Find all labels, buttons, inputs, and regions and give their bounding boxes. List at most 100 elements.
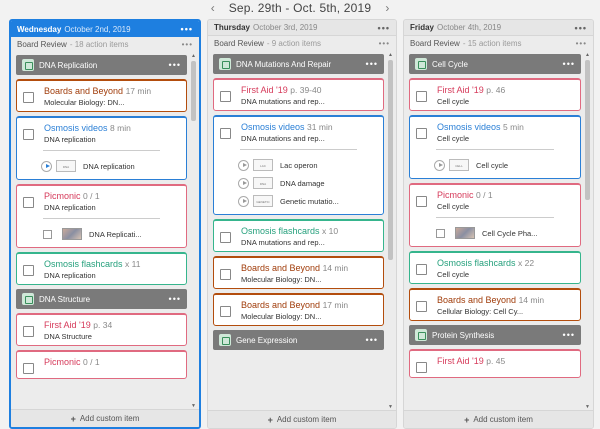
action-card[interactable]: Osmosis videos 31 min DNA mutations and … (213, 115, 384, 215)
play-icon[interactable] (238, 177, 249, 189)
card-meta: x 10 (322, 226, 339, 236)
next-week-button[interactable]: › (385, 1, 389, 15)
section-header[interactable]: Gene Expression ••• (213, 330, 384, 350)
action-card[interactable]: First Aid '19 p. 45 (409, 349, 581, 378)
card-title: Picmonic (44, 191, 81, 201)
complete-checkbox[interactable] (416, 264, 427, 275)
complete-checkbox[interactable] (220, 306, 231, 317)
board-menu-button[interactable]: ••• (379, 39, 390, 48)
picmonic-item[interactable]: DNA Replicati... (23, 225, 180, 243)
card-meta: p. 39-40 (290, 85, 322, 95)
complete-checkbox[interactable] (416, 91, 427, 102)
section-title: DNA Structure (39, 294, 91, 304)
action-card[interactable]: Osmosis videos 8 min DNA replication DNA… (16, 116, 187, 180)
card-title: Boards and Beyond (241, 300, 321, 310)
play-icon[interactable] (41, 160, 52, 172)
complete-checkbox[interactable] (23, 265, 34, 276)
video-label: DNA damage (280, 178, 325, 188)
section-menu-button[interactable]: ••• (366, 335, 378, 345)
day-menu-button[interactable]: ••• (575, 23, 587, 33)
complete-checkbox[interactable] (220, 128, 231, 139)
add-custom-item-button[interactable]: + Add custom item (404, 410, 593, 428)
action-card[interactable]: Picmonic 0 / 1 Cell cycle Cell Cycle Pha… (409, 183, 581, 247)
play-icon[interactable] (434, 159, 445, 171)
section-menu-button[interactable]: ••• (366, 59, 378, 69)
complete-checkbox[interactable] (23, 197, 34, 208)
play-icon[interactable] (238, 195, 249, 207)
divider (43, 150, 160, 151)
video-item[interactable]: DNA DAMAGE DNA damage (220, 174, 377, 192)
card-title: Boards and Beyond (437, 295, 517, 305)
video-item[interactable]: DNA REPLICATION DNA replication (23, 157, 180, 175)
action-card[interactable]: Boards and Beyond 14 min Molecular Biolo… (213, 256, 384, 289)
section-menu-button[interactable]: ••• (563, 330, 575, 340)
day-menu-button[interactable]: ••• (378, 23, 390, 33)
action-card[interactable]: Picmonic 0 / 1 DNA replication DNA Repli… (16, 184, 187, 248)
action-card[interactable]: Osmosis flashcards x 10 DNA mutations an… (213, 219, 384, 252)
scroll-thumb[interactable] (191, 61, 196, 121)
complete-checkbox[interactable] (23, 129, 34, 140)
section-menu-button[interactable]: ••• (169, 60, 181, 70)
video-label: DNA replication (83, 161, 135, 171)
add-custom-item-button[interactable]: + Add custom item (208, 410, 396, 428)
scrollbar[interactable]: ▲ ▼ (387, 52, 394, 410)
scroll-thumb[interactable] (388, 60, 393, 260)
topic-icon (415, 329, 427, 341)
action-card[interactable]: Osmosis videos 5 min Cell cycle CELL CYC… (409, 115, 581, 179)
complete-checkbox[interactable] (220, 91, 231, 102)
add-custom-item-label: Add custom item (79, 414, 140, 423)
scroll-up-icon[interactable]: ▲ (585, 52, 590, 58)
scroll-thumb[interactable] (585, 60, 590, 200)
day-menu-button[interactable]: ••• (181, 24, 193, 34)
complete-checkbox[interactable] (23, 363, 34, 374)
card-meta: 14 min (518, 295, 545, 305)
section-header[interactable]: DNA Replication ••• (16, 55, 187, 75)
complete-checkbox[interactable] (220, 269, 231, 280)
action-card[interactable]: Boards and Beyond 14 min Cellular Biolog… (409, 288, 581, 321)
complete-checkbox[interactable] (220, 232, 231, 243)
section-title: Cell Cycle (432, 59, 469, 69)
board-menu-button[interactable]: ••• (182, 40, 193, 49)
scroll-up-icon[interactable]: ▲ (191, 53, 196, 59)
board-menu-button[interactable]: ••• (576, 39, 587, 48)
play-icon[interactable] (238, 159, 249, 171)
action-card[interactable]: First Aid '19 p. 39-40 DNA mutations and… (213, 78, 384, 111)
complete-checkbox[interactable] (416, 362, 427, 373)
section-header[interactable]: DNA Structure ••• (16, 289, 187, 309)
action-card[interactable]: First Aid '19 p. 46 Cell cycle (409, 78, 581, 111)
video-item[interactable]: LAC OPERON Lac operon (220, 156, 377, 174)
video-item[interactable]: CELL CYCLE Cell cycle (416, 156, 574, 174)
add-custom-item-button[interactable]: + Add custom item (11, 409, 199, 427)
day-name: Thursday (214, 23, 251, 32)
card-title: Osmosis videos (44, 123, 108, 133)
prev-week-button[interactable]: ‹ (211, 1, 215, 15)
scroll-up-icon[interactable]: ▲ (388, 52, 393, 58)
action-card[interactable]: First Aid '19 p. 34 DNA Structure (16, 313, 187, 346)
action-card[interactable]: Osmosis flashcards x 22 Cell cycle (409, 251, 581, 284)
item-checkbox[interactable] (436, 228, 445, 238)
complete-checkbox[interactable] (23, 92, 34, 103)
video-thumbnail: GENETIC MUT (253, 195, 273, 207)
picmonic-item[interactable]: Cell Cycle Pha... (416, 224, 574, 242)
plus-icon: + (267, 414, 273, 425)
complete-checkbox[interactable] (23, 326, 34, 337)
section-header[interactable]: Cell Cycle ••• (409, 54, 581, 74)
section-header[interactable]: DNA Mutations And Repair ••• (213, 54, 384, 74)
card-meta: 8 min (110, 123, 131, 133)
complete-checkbox[interactable] (416, 128, 427, 139)
card-meta: 0 / 1 (476, 190, 493, 200)
picmonic-thumbnail-icon (455, 227, 475, 239)
complete-checkbox[interactable] (416, 301, 427, 312)
section-header[interactable]: Protein Synthesis ••• (409, 325, 581, 345)
action-card[interactable]: Boards and Beyond 17 min Molecular Biolo… (213, 293, 384, 326)
item-checkbox[interactable] (43, 229, 52, 239)
action-card[interactable]: Picmonic 0 / 1 (16, 350, 187, 379)
action-card[interactable]: Osmosis flashcards x 11 DNA replication (16, 252, 187, 285)
scrollbar[interactable]: ▲ ▼ (190, 53, 197, 409)
section-menu-button[interactable]: ••• (563, 59, 575, 69)
action-card[interactable]: Boards and Beyond 17 min Molecular Biolo… (16, 79, 187, 112)
video-item[interactable]: GENETIC MUT Genetic mutatio... (220, 192, 377, 210)
section-menu-button[interactable]: ••• (169, 294, 181, 304)
complete-checkbox[interactable] (416, 196, 427, 207)
scrollbar[interactable]: ▲ ▼ (584, 52, 591, 410)
